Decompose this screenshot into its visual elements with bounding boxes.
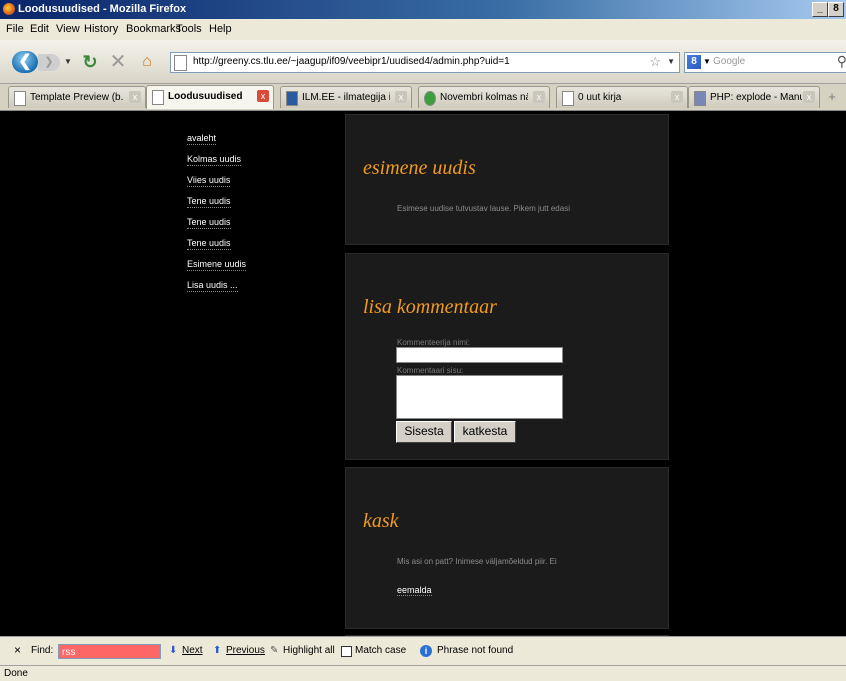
reload-icon[interactable]: ↻ <box>80 52 100 72</box>
stop-icon[interactable]: ✕ <box>108 52 128 72</box>
tab-label: ILM.EE - ilmategija in... <box>302 92 390 103</box>
arrow-up-icon[interactable]: ⬆ <box>213 645 221 656</box>
comment-title: kask <box>363 510 399 532</box>
menu-bar: File Edit View History Bookmarks Tools H… <box>0 19 846 40</box>
maximize-button[interactable]: 8 <box>828 2 844 17</box>
search-engine-icon[interactable]: 8 <box>687 55 701 69</box>
sidebar-item-tene-uudis[interactable]: Tene uudis <box>187 237 231 250</box>
menu-bookmarks[interactable]: Bookmarks <box>126 23 181 35</box>
tab-label: 0 uut kirja <box>578 92 622 103</box>
cancel-button[interactable]: katkesta <box>454 421 516 443</box>
tab-php-explode[interactable]: PHP: explode - Manual x <box>688 86 820 108</box>
close-tab-icon[interactable]: x <box>395 91 407 103</box>
highlight-all-button[interactable]: Highlight all <box>283 645 335 656</box>
news-title: esimene uudis <box>363 157 476 179</box>
page-content: avaleht Kolmas uudis Viies uudis Tene uu… <box>0 111 846 636</box>
tab-label: PHP: explode - Manual <box>710 92 802 103</box>
tab-label: Novembri kolmas näd... <box>440 92 528 103</box>
navigation-toolbar: ❮ ❯ ▼ ↻ ✕ ⌂ http://greeny.cs.tlu.ee/~jaa… <box>0 40 846 84</box>
find-next-label: Next <box>182 645 203 656</box>
find-next-button[interactable]: Next <box>182 645 203 656</box>
php-icon <box>694 91 706 106</box>
commenter-name-input[interactable] <box>396 347 563 363</box>
comment-form-panel: lisa kommentaar Kommenteerija nimi: Komm… <box>345 253 669 460</box>
close-findbar-icon[interactable]: × <box>14 643 21 657</box>
comment-form-title: lisa kommentaar <box>363 296 497 318</box>
tab-loodusuudised[interactable]: Loodusuudised x <box>146 85 274 109</box>
name-label: Kommenteerija nimi: <box>397 338 470 347</box>
sidebar-item-esimene-uudis[interactable]: Esimene uudis <box>187 258 247 271</box>
close-tab-icon[interactable]: x <box>533 91 545 103</box>
forward-button[interactable]: ❯ <box>38 54 60 71</box>
window-title: Loodusuudised - Mozilla Firefox <box>18 3 187 15</box>
tab-novembri[interactable]: Novembri kolmas näd... x <box>418 86 550 108</box>
menu-tools[interactable]: Tools <box>176 23 202 35</box>
news-text: Esimese uudise tutvustav lause. Pikem ju… <box>397 204 570 213</box>
search-icon[interactable]: ⚲ <box>837 53 846 70</box>
menu-edit[interactable]: Edit <box>30 23 49 35</box>
sidebar-item-tene-uudis[interactable]: Tene uudis <box>187 216 231 229</box>
page-icon <box>562 91 574 106</box>
menu-history[interactable]: History <box>84 23 118 35</box>
comment-content-textarea[interactable] <box>396 375 563 419</box>
find-label: Find: <box>31 645 54 656</box>
submit-button[interactable]: Sisesta <box>396 421 452 443</box>
sidebar-item-lisa-uudis[interactable]: Lisa uudis ... <box>187 279 238 292</box>
arrow-down-icon[interactable]: ⬇ <box>169 645 177 656</box>
search-input[interactable]: Google <box>713 56 745 67</box>
find-input[interactable]: rss <box>58 644 161 659</box>
comment-panel: kask Mis asi on patt? Inimese väljamõeld… <box>345 467 669 629</box>
status-bar: Done <box>0 665 846 681</box>
close-tab-icon[interactable]: x <box>257 90 269 102</box>
delete-comment-link[interactable]: eemalda <box>397 585 432 596</box>
window-title-bar: Loodusuudised - Mozilla Firefox _ 8 <box>0 0 846 19</box>
firefox-icon <box>3 3 15 15</box>
url-dropdown-icon[interactable]: ▼ <box>667 57 675 66</box>
page-icon <box>174 55 187 71</box>
close-tab-icon[interactable]: x <box>803 91 815 103</box>
menu-view[interactable]: View <box>56 23 80 35</box>
sidebar-nav: avaleht Kolmas uudis Viies uudis Tene uu… <box>187 132 247 300</box>
close-tab-icon[interactable]: x <box>671 91 683 103</box>
url-bar[interactable]: http://greeny.cs.tlu.ee/~jaagup/if09/vee… <box>170 52 680 73</box>
status-text: Done <box>4 668 28 679</box>
bookmark-star-icon[interactable]: ☆ <box>649 54 661 70</box>
close-tab-icon[interactable]: x <box>129 91 141 103</box>
minimize-button[interactable]: _ <box>812 2 828 17</box>
tab-label: Template Preview (b... <box>30 92 124 103</box>
match-case-label: Match case <box>355 645 407 656</box>
tab-0-uut-kirja[interactable]: 0 uut kirja x <box>556 86 688 108</box>
back-button[interactable]: ❮ <box>12 51 38 73</box>
page-icon <box>14 91 26 106</box>
info-icon: i <box>420 645 432 657</box>
search-bar[interactable]: 8 ▼ Google ⚲ <box>684 52 846 73</box>
highlight-icon[interactable]: ✎ <box>270 645 278 656</box>
sidebar-item-tene-uudis[interactable]: Tene uudis <box>187 195 231 208</box>
match-case-checkbox[interactable] <box>341 646 352 657</box>
menu-file[interactable]: File <box>6 23 24 35</box>
new-tab-icon[interactable]: + <box>822 87 842 107</box>
site-icon <box>286 91 298 106</box>
tab-bar: Template Preview (b... x Loodusuudised x… <box>0 84 846 111</box>
sidebar-item-kolmas-uudis[interactable]: Kolmas uudis <box>187 153 242 166</box>
find-status: Phrase not found <box>437 645 514 656</box>
comment-text: Mis asi on patt? Inimese väljamõeldud pi… <box>397 557 557 566</box>
news-panel: esimene uudis Esimese uudise tutvustav l… <box>345 114 669 245</box>
sidebar-item-avaleht[interactable]: avaleht <box>187 132 217 145</box>
tab-template-preview[interactable]: Template Preview (b... x <box>8 86 146 108</box>
history-dropdown-icon[interactable]: ▼ <box>62 55 74 69</box>
tab-ilm-ee[interactable]: ILM.EE - ilmategija in... x <box>280 86 412 108</box>
find-previous-button[interactable]: Previous <box>226 645 265 656</box>
find-bar: × Find: rss ⬇ Next ⬆ Previous ✎ Highligh… <box>0 636 846 666</box>
home-icon[interactable]: ⌂ <box>137 52 157 72</box>
page-icon <box>152 90 164 105</box>
tab-label: Loodusuudised <box>168 91 243 102</box>
url-text: http://greeny.cs.tlu.ee/~jaagup/if09/vee… <box>193 56 510 67</box>
content-label: Kommentaari sisu: <box>397 366 464 375</box>
menu-help[interactable]: Help <box>209 23 232 35</box>
leaf-icon <box>424 91 436 106</box>
sidebar-item-viies-uudis[interactable]: Viies uudis <box>187 174 231 187</box>
find-previous-label: Previous <box>226 645 265 656</box>
search-engine-dropdown-icon[interactable]: ▼ <box>703 57 711 66</box>
